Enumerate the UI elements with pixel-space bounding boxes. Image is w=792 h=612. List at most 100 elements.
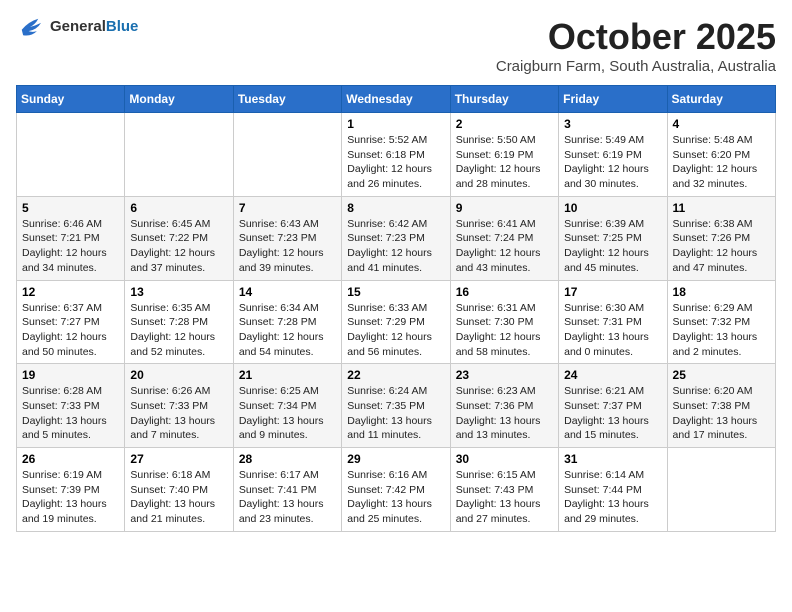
dow-header-saturday: Saturday (667, 86, 775, 113)
day-info: Sunrise: 6:23 AMSunset: 7:36 PMDaylight:… (456, 384, 553, 443)
logo: GeneralBlue (16, 16, 138, 38)
calendar-cell: 6 Sunrise: 6:45 AMSunset: 7:22 PMDaylight… (125, 196, 233, 280)
calendar-cell: 1 Sunrise: 5:52 AMSunset: 6:18 PMDaylight… (342, 113, 450, 197)
calendar-week-3: 12 Sunrise: 6:37 AMSunset: 7:27 PMDayligh… (17, 280, 776, 364)
calendar-cell: 14 Sunrise: 6:34 AMSunset: 7:28 PMDayligh… (233, 280, 341, 364)
day-info: Sunrise: 6:24 AMSunset: 7:35 PMDaylight:… (347, 384, 444, 443)
day-info: Sunrise: 6:18 AMSunset: 7:40 PMDaylight:… (130, 468, 227, 527)
day-number: 9 (456, 201, 553, 215)
day-number: 15 (347, 285, 444, 299)
day-info: Sunrise: 6:38 AMSunset: 7:26 PMDaylight:… (673, 217, 770, 276)
calendar-cell: 20 Sunrise: 6:26 AMSunset: 7:33 PMDayligh… (125, 364, 233, 448)
day-number: 30 (456, 452, 553, 466)
day-number: 1 (347, 117, 444, 131)
calendar-cell: 9 Sunrise: 6:41 AMSunset: 7:24 PMDaylight… (450, 196, 558, 280)
day-number: 5 (22, 201, 119, 215)
day-info: Sunrise: 5:48 AMSunset: 6:20 PMDaylight:… (673, 133, 770, 192)
calendar-cell: 19 Sunrise: 6:28 AMSunset: 7:33 PMDayligh… (17, 364, 125, 448)
dow-header-monday: Monday (125, 86, 233, 113)
calendar-week-2: 5 Sunrise: 6:46 AMSunset: 7:21 PMDaylight… (17, 196, 776, 280)
day-number: 18 (673, 285, 770, 299)
location-title: Craigburn Farm, South Australia, Austral… (496, 58, 776, 75)
calendar-cell: 22 Sunrise: 6:24 AMSunset: 7:35 PMDayligh… (342, 364, 450, 448)
day-number: 12 (22, 285, 119, 299)
day-number: 10 (564, 201, 661, 215)
days-of-week-row: SundayMondayTuesdayWednesdayThursdayFrid… (17, 86, 776, 113)
day-info: Sunrise: 6:43 AMSunset: 7:23 PMDaylight:… (239, 217, 336, 276)
calendar-cell: 29 Sunrise: 6:16 AMSunset: 7:42 PMDayligh… (342, 448, 450, 532)
month-title: October 2025 (496, 16, 776, 58)
day-number: 24 (564, 368, 661, 382)
logo-blue-text: Blue (106, 18, 139, 35)
calendar-cell (667, 448, 775, 532)
day-number: 6 (130, 201, 227, 215)
calendar-cell: 10 Sunrise: 6:39 AMSunset: 7:25 PMDayligh… (559, 196, 667, 280)
day-info: Sunrise: 6:29 AMSunset: 7:32 PMDaylight:… (673, 301, 770, 360)
dow-header-tuesday: Tuesday (233, 86, 341, 113)
calendar-body: 1 Sunrise: 5:52 AMSunset: 6:18 PMDaylight… (17, 113, 776, 532)
day-info: Sunrise: 6:14 AMSunset: 7:44 PMDaylight:… (564, 468, 661, 527)
calendar-cell: 30 Sunrise: 6:15 AMSunset: 7:43 PMDayligh… (450, 448, 558, 532)
calendar-week-5: 26Sunrise: 6:19 AMSunset: 7:39 PMDayligh… (17, 448, 776, 532)
day-info: Sunrise: 6:16 AMSunset: 7:42 PMDaylight:… (347, 468, 444, 527)
calendar-cell: 23Sunrise: 6:23 AMSunset: 7:36 PMDayligh… (450, 364, 558, 448)
calendar-cell: 12 Sunrise: 6:37 AMSunset: 7:27 PMDayligh… (17, 280, 125, 364)
calendar-table: SundayMondayTuesdayWednesdayThursdayFrid… (16, 85, 776, 532)
day-number: 8 (347, 201, 444, 215)
day-info: Sunrise: 6:28 AMSunset: 7:33 PMDaylight:… (22, 384, 119, 443)
day-number: 20 (130, 368, 227, 382)
day-info: Sunrise: 6:26 AMSunset: 7:33 PMDaylight:… (130, 384, 227, 443)
calendar-cell: 24Sunrise: 6:21 AMSunset: 7:37 PMDayligh… (559, 364, 667, 448)
day-number: 29 (347, 452, 444, 466)
day-number: 11 (673, 201, 770, 215)
calendar-cell: 18 Sunrise: 6:29 AMSunset: 7:32 PMDayligh… (667, 280, 775, 364)
calendar-cell (17, 113, 125, 197)
calendar-week-4: 19 Sunrise: 6:28 AMSunset: 7:33 PMDayligh… (17, 364, 776, 448)
day-info: Sunrise: 6:42 AMSunset: 7:23 PMDaylight:… (347, 217, 444, 276)
day-number: 2 (456, 117, 553, 131)
calendar-cell: 15Sunrise: 6:33 AMSunset: 7:29 PMDayligh… (342, 280, 450, 364)
day-number: 22 (347, 368, 444, 382)
day-number: 14 (239, 285, 336, 299)
calendar-cell: 21 Sunrise: 6:25 AMSunset: 7:34 PMDayligh… (233, 364, 341, 448)
calendar-cell (233, 113, 341, 197)
calendar-cell: 25 Sunrise: 6:20 AMSunset: 7:38 PMDayligh… (667, 364, 775, 448)
day-number: 4 (673, 117, 770, 131)
day-info: Sunrise: 6:35 AMSunset: 7:28 PMDaylight:… (130, 301, 227, 360)
day-number: 19 (22, 368, 119, 382)
logo-bird-icon (16, 16, 44, 38)
day-number: 16 (456, 285, 553, 299)
day-info: Sunrise: 6:41 AMSunset: 7:24 PMDaylight:… (456, 217, 553, 276)
day-number: 31 (564, 452, 661, 466)
day-number: 3 (564, 117, 661, 131)
day-info: Sunrise: 6:20 AMSunset: 7:38 PMDaylight:… (673, 384, 770, 443)
calendar-cell: 27 Sunrise: 6:18 AMSunset: 7:40 PMDayligh… (125, 448, 233, 532)
day-info: Sunrise: 6:34 AMSunset: 7:28 PMDaylight:… (239, 301, 336, 360)
calendar-cell: 2 Sunrise: 5:50 AMSunset: 6:19 PMDaylight… (450, 113, 558, 197)
logo-general-text: General (50, 18, 106, 35)
calendar-cell: 28Sunrise: 6:17 AMSunset: 7:41 PMDayligh… (233, 448, 341, 532)
day-info: Sunrise: 6:45 AMSunset: 7:22 PMDaylight:… (130, 217, 227, 276)
calendar-cell: 13Sunrise: 6:35 AMSunset: 7:28 PMDayligh… (125, 280, 233, 364)
day-number: 28 (239, 452, 336, 466)
day-number: 21 (239, 368, 336, 382)
calendar-cell: 4 Sunrise: 5:48 AMSunset: 6:20 PMDaylight… (667, 113, 775, 197)
day-number: 17 (564, 285, 661, 299)
calendar-cell: 5 Sunrise: 6:46 AMSunset: 7:21 PMDaylight… (17, 196, 125, 280)
calendar-week-1: 1 Sunrise: 5:52 AMSunset: 6:18 PMDaylight… (17, 113, 776, 197)
day-info: Sunrise: 5:49 AMSunset: 6:19 PMDaylight:… (564, 133, 661, 192)
day-number: 25 (673, 368, 770, 382)
dow-header-friday: Friday (559, 86, 667, 113)
day-info: Sunrise: 6:37 AMSunset: 7:27 PMDaylight:… (22, 301, 119, 360)
day-info: Sunrise: 6:15 AMSunset: 7:43 PMDaylight:… (456, 468, 553, 527)
day-info: Sunrise: 6:46 AMSunset: 7:21 PMDaylight:… (22, 217, 119, 276)
calendar-cell: 26Sunrise: 6:19 AMSunset: 7:39 PMDayligh… (17, 448, 125, 532)
day-info: Sunrise: 5:50 AMSunset: 6:19 PMDaylight:… (456, 133, 553, 192)
calendar-cell: 16Sunrise: 6:31 AMSunset: 7:30 PMDayligh… (450, 280, 558, 364)
day-info: Sunrise: 6:39 AMSunset: 7:25 PMDaylight:… (564, 217, 661, 276)
day-number: 27 (130, 452, 227, 466)
calendar-cell: 11 Sunrise: 6:38 AMSunset: 7:26 PMDayligh… (667, 196, 775, 280)
day-info: Sunrise: 6:25 AMSunset: 7:34 PMDaylight:… (239, 384, 336, 443)
dow-header-thursday: Thursday (450, 86, 558, 113)
day-info: Sunrise: 5:52 AMSunset: 6:18 PMDaylight:… (347, 133, 444, 192)
